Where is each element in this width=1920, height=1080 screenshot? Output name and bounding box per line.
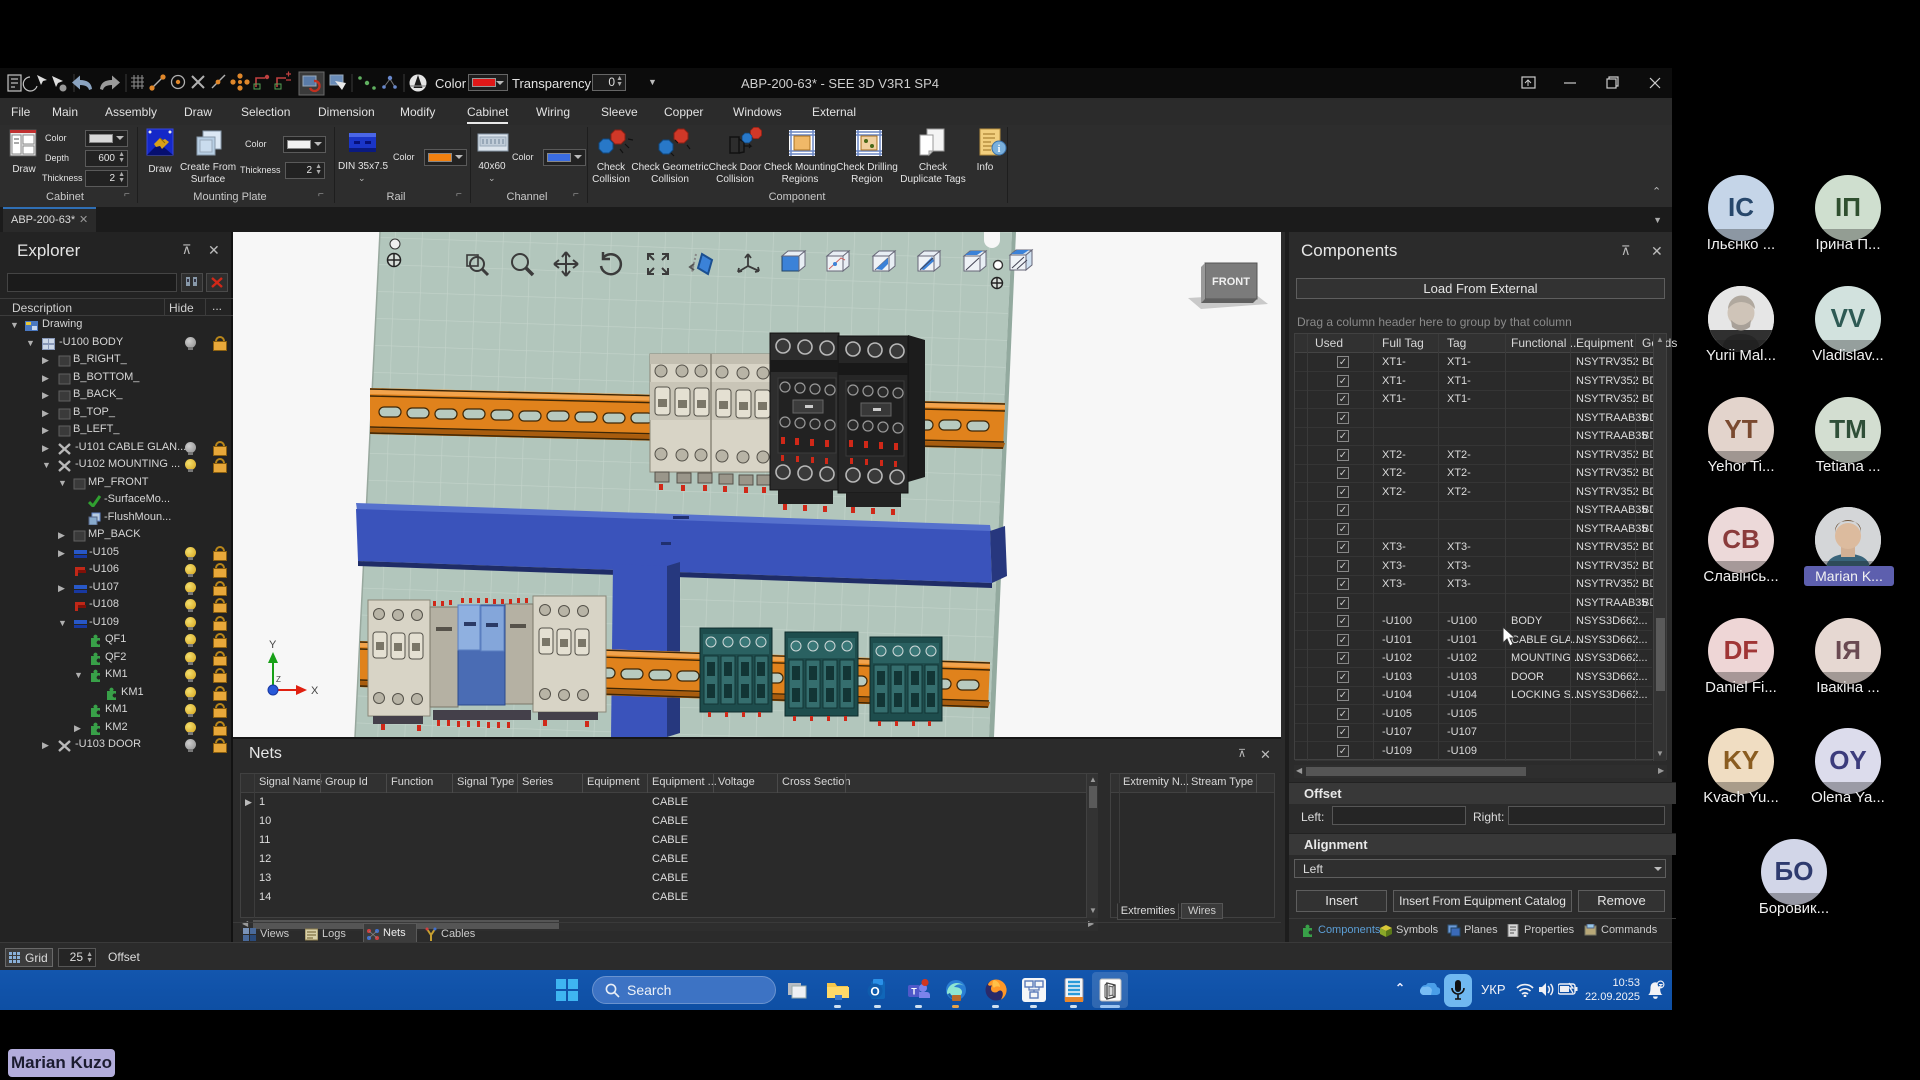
svg-text:T: T bbox=[911, 987, 917, 997]
svg-text:Z: Z bbox=[276, 675, 281, 684]
svg-text:Y: Y bbox=[269, 639, 277, 651]
svg-text:i: i bbox=[998, 144, 1001, 155]
svg-text:O: O bbox=[870, 985, 879, 999]
svg-text:FRONT: FRONT bbox=[1212, 276, 1250, 288]
svg-text:X: X bbox=[311, 685, 319, 697]
